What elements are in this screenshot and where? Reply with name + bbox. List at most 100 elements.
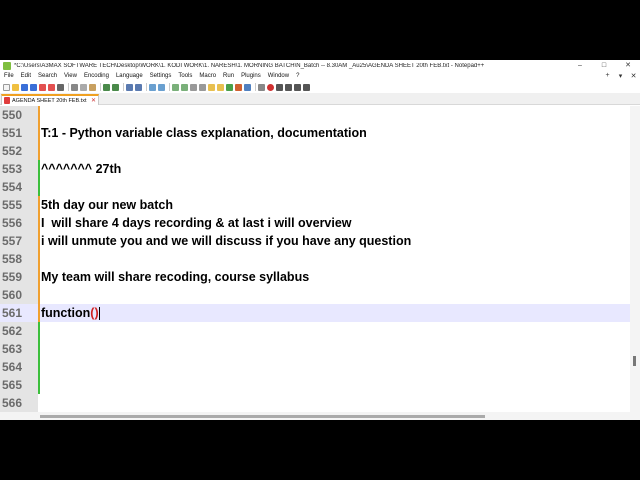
editor-line[interactable]: 558 <box>0 250 630 268</box>
editor-line[interactable]: 550 <box>0 106 630 124</box>
editor-line[interactable]: 566 <box>0 394 630 412</box>
line-number: 553 <box>2 162 23 176</box>
word-wrap-icon[interactable] <box>190 83 197 91</box>
menu-help[interactable]: ? <box>296 73 299 79</box>
editor-line[interactable]: 556 I will share 4 days recording & at la… <box>0 214 630 232</box>
toolbar-separator <box>68 83 69 91</box>
close-all-icon[interactable] <box>48 83 55 91</box>
unsaved-change-marker <box>38 268 40 286</box>
tab-label: AGENDA SHEET 20th FEB.txt <box>12 97 87 104</box>
close-button[interactable]: ✕ <box>616 60 640 71</box>
line-number: 561 <box>2 306 23 320</box>
tab-bar: AGENDA SHEET 20th FEB.txt ✕ <box>0 93 640 105</box>
unsaved-change-marker <box>38 232 40 250</box>
open-file-icon[interactable] <box>12 83 19 91</box>
function-list-icon[interactable] <box>235 83 242 91</box>
stop-macro-icon[interactable] <box>276 83 283 91</box>
maximize-button[interactable]: □ <box>592 60 616 71</box>
menu-settings[interactable]: Settings <box>150 73 172 79</box>
zoom-in-icon[interactable] <box>149 83 156 91</box>
cut-icon[interactable] <box>71 83 78 91</box>
saved-change-marker <box>38 178 40 196</box>
editor-line[interactable]: 565 <box>0 376 630 394</box>
paste-icon[interactable] <box>89 83 96 91</box>
vertical-scroll-thumb[interactable] <box>633 356 636 366</box>
minimize-button[interactable]: – <box>568 60 592 71</box>
editor-line[interactable]: 554 <box>0 178 630 196</box>
find-icon[interactable] <box>126 83 133 91</box>
line-text-content: My team will share recoding, course syll… <box>41 270 310 284</box>
editor-line[interactable]: 564 <box>0 358 630 376</box>
replace-icon[interactable] <box>135 83 142 91</box>
save-icon[interactable] <box>21 83 28 91</box>
menu-tools[interactable]: Tools <box>178 73 192 79</box>
menu-language[interactable]: Language <box>116 73 143 79</box>
current-line[interactable]: 561 function() <box>0 304 630 322</box>
saved-change-marker <box>38 160 40 178</box>
text-editor[interactable]: 550 551 T:1 - Python variable class explan… <box>0 106 640 412</box>
editor-line[interactable]: 552 <box>0 142 630 160</box>
save-macro-icon[interactable] <box>303 83 310 91</box>
tab-close-icon[interactable]: ✕ <box>91 97 96 104</box>
folder-workspace-icon[interactable] <box>244 83 251 91</box>
line-number: 550 <box>2 108 23 122</box>
copy-icon[interactable] <box>80 83 87 91</box>
editor-line[interactable]: 559 My team will share recoding, course s… <box>0 268 630 286</box>
editor-line[interactable]: 560 <box>0 286 630 304</box>
saved-change-marker <box>38 376 40 394</box>
record-macro-icon[interactable] <box>267 83 274 91</box>
undo-icon[interactable] <box>103 83 110 91</box>
menu-macro[interactable]: Macro <box>199 73 216 79</box>
unsaved-change-marker <box>38 250 40 268</box>
menu-search[interactable]: Search <box>38 73 57 79</box>
indent-guide-icon[interactable] <box>208 83 215 91</box>
vertical-scrollbar[interactable] <box>630 106 640 412</box>
tab-agenda-sheet[interactable]: AGENDA SHEET 20th FEB.txt ✕ <box>1 94 99 105</box>
show-all-chars-icon[interactable] <box>199 83 206 91</box>
toolbar-separator <box>169 83 170 91</box>
line-text-content: T:1 - Python variable class explanation,… <box>41 126 367 140</box>
redo-icon[interactable] <box>112 83 119 91</box>
unsaved-change-marker <box>38 196 40 214</box>
save-all-icon[interactable] <box>30 83 37 91</box>
editor-line[interactable]: 562 <box>0 322 630 340</box>
line-number: 564 <box>2 360 23 374</box>
udl-icon[interactable] <box>217 83 224 91</box>
menu-edit[interactable]: Edit <box>21 73 31 79</box>
menu-run[interactable]: Run <box>223 73 234 79</box>
editor-line[interactable]: 557 i will unmute you and we will discuss… <box>0 232 630 250</box>
matched-brace-highlight: () <box>90 306 99 320</box>
tab-list-dropdown-icon[interactable]: ▾ <box>614 72 627 80</box>
menu-encoding[interactable]: Encoding <box>84 73 109 79</box>
menu-view[interactable]: View <box>64 73 77 79</box>
editor-line[interactable]: 555 5th day our new batch <box>0 196 630 214</box>
line-text: function() <box>41 304 100 322</box>
close-file-icon[interactable] <box>39 83 46 91</box>
play-macro-icon[interactable] <box>285 83 292 91</box>
sync-horizontal-icon[interactable] <box>181 83 188 91</box>
line-text-content: I will share 4 days recording & at last … <box>41 216 352 230</box>
close-doc-icon[interactable]: ✕ <box>627 72 640 80</box>
menu-file[interactable]: File <box>4 73 14 79</box>
menu-window[interactable]: Window <box>268 73 289 79</box>
line-number: 562 <box>2 324 23 338</box>
doc-map-icon[interactable] <box>226 83 233 91</box>
editor-line[interactable]: 553 ^^^^^^^ 27th <box>0 160 630 178</box>
line-text-content: i will unmute you and we will discuss if… <box>41 234 412 248</box>
saved-change-marker <box>38 322 40 340</box>
new-tab-icon[interactable]: + <box>601 72 614 80</box>
sync-vertical-icon[interactable] <box>172 83 179 91</box>
monitoring-icon[interactable] <box>258 83 265 91</box>
run-macro-multiple-icon[interactable] <box>294 83 301 91</box>
editor-line[interactable]: 551 T:1 - Python variable class explanati… <box>0 124 630 142</box>
horizontal-scroll-thumb[interactable] <box>40 415 485 418</box>
line-text: ^^^^^^^ 27th <box>41 160 121 178</box>
print-icon[interactable] <box>57 83 64 91</box>
horizontal-scrollbar[interactable] <box>0 412 640 420</box>
line-text-content: function <box>41 306 91 320</box>
new-file-icon[interactable] <box>3 83 10 91</box>
editor-line[interactable]: 563 <box>0 340 630 358</box>
title-bar: *C:\Users\A3MAX SOFTWARE TECH\Desktop\WO… <box>0 60 640 71</box>
zoom-out-icon[interactable] <box>158 83 165 91</box>
menu-plugins[interactable]: Plugins <box>241 73 261 79</box>
